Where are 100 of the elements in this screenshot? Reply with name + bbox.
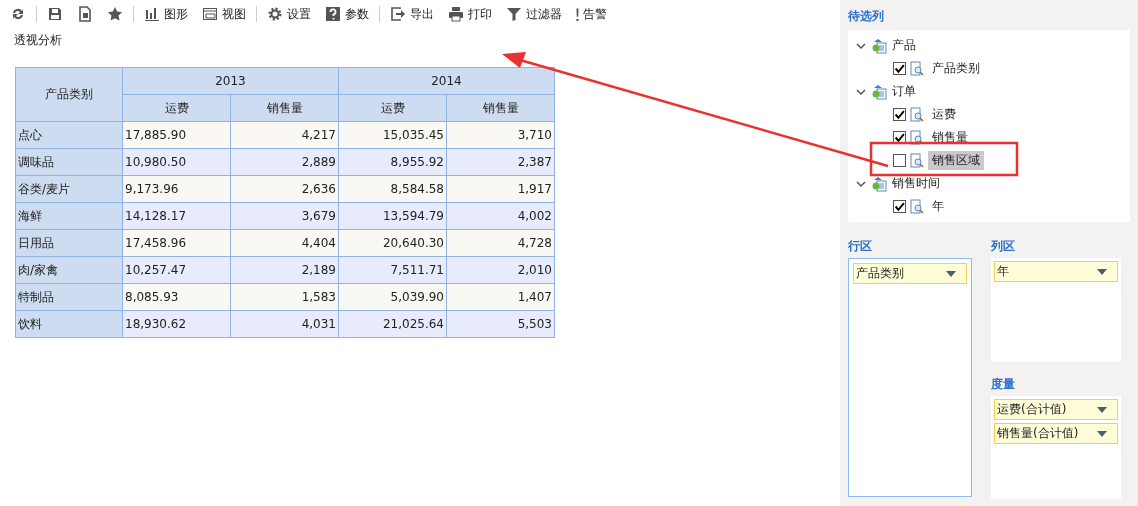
row-label-cell: 饮料	[15, 310, 123, 338]
row-label-cell: 调味品	[15, 148, 123, 176]
table-cell: 17,885.90	[122, 121, 231, 149]
table-cell: 2,387	[446, 148, 555, 176]
tree-item-label[interactable]: 年	[928, 197, 948, 216]
section-title: 行区	[848, 238, 873, 255]
field-dropdown[interactable]: 年	[994, 261, 1118, 282]
table-cell: 4,217	[230, 121, 339, 149]
section-title: 列区	[991, 238, 1016, 255]
checkbox[interactable]	[893, 154, 906, 167]
tree-node-label[interactable]: 产品	[892, 37, 916, 54]
table-cell: 3,710	[446, 121, 555, 149]
help-icon	[325, 6, 341, 22]
filter-icon	[506, 6, 522, 22]
document-icon[interactable]	[77, 6, 93, 22]
measure-header-cell: 运费	[338, 94, 447, 122]
layout-icon	[202, 6, 218, 22]
toolbar-button[interactable]: 打印	[442, 5, 498, 23]
table-cell: 13,594.79	[338, 202, 447, 230]
field-dropdown[interactable]: 运费(合计值)	[994, 399, 1118, 420]
field-icon	[909, 60, 925, 77]
checkbox[interactable]	[893, 62, 906, 75]
toolbar-button[interactable]: 过滤器	[500, 5, 568, 23]
table-cell: 2,889	[230, 148, 339, 176]
settings-icon	[267, 6, 283, 22]
dropdown-arrow-icon	[1097, 430, 1107, 437]
table-cell: 2,636	[230, 175, 339, 203]
table-icon	[871, 175, 887, 192]
field-dropdown[interactable]: 产品类别	[853, 263, 967, 284]
row-label-cell: 肉/家禽	[15, 256, 123, 284]
dropdown-arrow-icon	[1097, 406, 1107, 413]
table-cell: 4,404	[230, 229, 339, 257]
bar-chart-icon	[144, 6, 160, 22]
measure-header-cell: 销售量	[446, 94, 555, 122]
toolbar-button[interactable]: 参数	[319, 5, 375, 23]
tree-item-label[interactable]: 销售量	[928, 128, 972, 147]
checkbox[interactable]	[893, 108, 906, 121]
table-cell: 1,583	[230, 283, 339, 311]
measure-header-cell: 销售量	[230, 94, 339, 122]
field-icon	[909, 106, 925, 123]
field-dropdown[interactable]: 销售量(合计值)	[994, 423, 1118, 444]
print-icon	[448, 6, 464, 22]
section-title: 度量	[991, 376, 1016, 393]
table-cell: 20,640.30	[338, 229, 447, 257]
toolbar-button[interactable]: 图形	[138, 5, 194, 23]
toolbar-button[interactable]: 视图	[196, 5, 252, 23]
tree-node-label[interactable]: 销售时间	[892, 175, 940, 192]
section-title: 待选列	[848, 8, 885, 25]
tree-item-label[interactable]: 销售区域	[928, 151, 984, 170]
table-cell: 8,085.93	[122, 283, 231, 311]
refresh-icon[interactable]	[10, 6, 26, 22]
checkbox[interactable]	[893, 200, 906, 213]
tree-item-label[interactable]: 产品类别	[928, 59, 984, 78]
table-cell: 15,035.45	[338, 121, 447, 149]
table-cell: 1,407	[446, 283, 555, 311]
table-cell: 8,584.58	[338, 175, 447, 203]
table-cell: 2,189	[230, 256, 339, 284]
table-cell: 4,031	[230, 310, 339, 338]
row-label-cell: 点心	[15, 121, 123, 149]
year-header-cell: 2013	[122, 67, 339, 95]
chevron-icon[interactable]	[856, 86, 866, 97]
star-icon[interactable]	[107, 6, 123, 22]
table-cell: 4,728	[446, 229, 555, 257]
field-icon	[909, 152, 925, 169]
tree-node-label[interactable]: 订单	[892, 83, 916, 100]
table-icon	[871, 37, 887, 54]
dropdown-arrow-icon	[946, 270, 956, 277]
field-icon	[909, 198, 925, 215]
row-label-cell: 海鲜	[15, 202, 123, 230]
table-cell: 7,511.71	[338, 256, 447, 284]
table-cell: 21,025.64	[338, 310, 447, 338]
table-cell: 3,679	[230, 202, 339, 230]
chevron-icon[interactable]	[856, 40, 866, 51]
chevron-icon[interactable]	[856, 178, 866, 189]
table-cell: 8,955.92	[338, 148, 447, 176]
table-cell: 5,503	[446, 310, 555, 338]
measure-header-cell: 运费	[122, 94, 231, 122]
year-header-cell: 2014	[338, 67, 555, 95]
row-label-cell: 谷类/麦片	[15, 175, 123, 203]
tree-item-label[interactable]: 运费	[928, 105, 960, 124]
row-label-cell: 日用品	[15, 229, 123, 257]
dropdown-arrow-icon	[1097, 268, 1107, 275]
table-cell: 17,458.96	[122, 229, 231, 257]
table-cell: 10,257.47	[122, 256, 231, 284]
export-icon	[390, 6, 406, 22]
toolbar-button[interactable]: 告警	[570, 5, 613, 23]
table-cell: 9,173.96	[122, 175, 231, 203]
row-header-cell: 产品类别	[15, 67, 123, 122]
table-cell: 4,002	[446, 202, 555, 230]
table-cell: 18,930.62	[122, 310, 231, 338]
toolbar-button[interactable]: 导出	[384, 5, 440, 23]
save-icon[interactable]	[47, 6, 63, 22]
row-label-cell: 特制品	[15, 283, 123, 311]
toolbar-button[interactable]: 设置	[261, 5, 317, 23]
field-icon	[909, 129, 925, 146]
table-cell: 1,917	[446, 175, 555, 203]
table-cell: 10,980.50	[122, 148, 231, 176]
report-title: 透视分析	[13, 32, 63, 49]
table-icon	[871, 83, 887, 100]
table-cell: 5,039.90	[338, 283, 447, 311]
